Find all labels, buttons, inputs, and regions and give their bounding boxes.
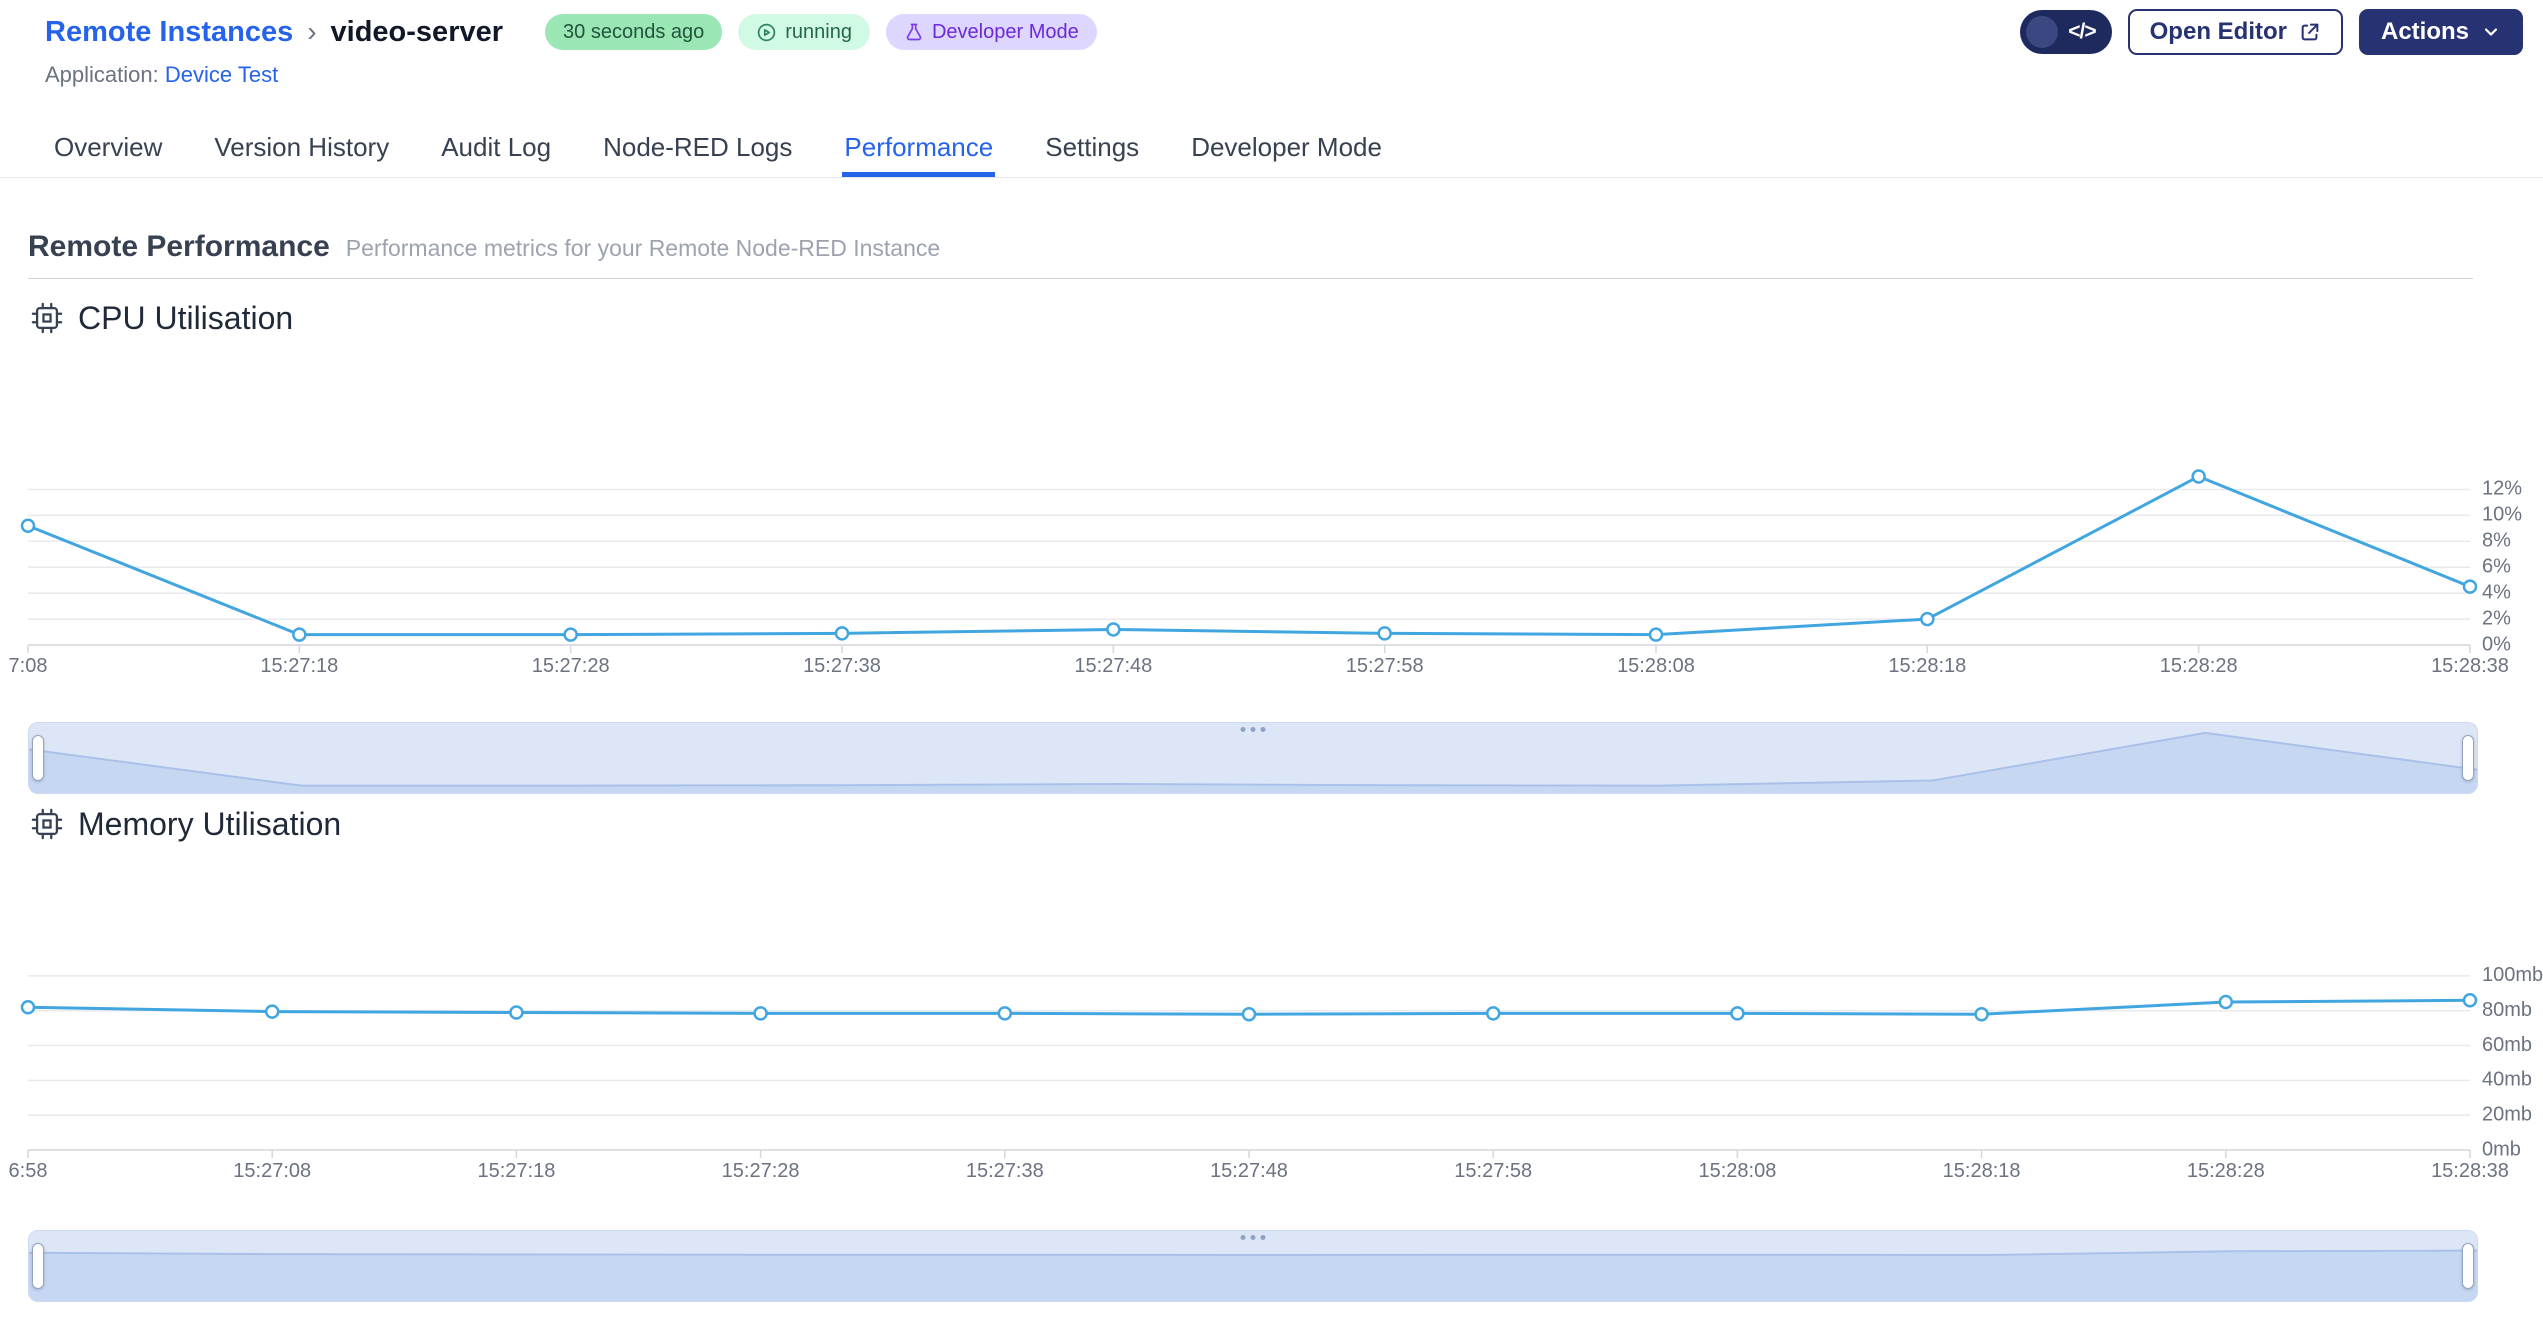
cpu-range-handle-right[interactable] — [2462, 735, 2474, 781]
memory-section-header: Memory Utilisation — [30, 802, 341, 846]
svg-text:12%: 12% — [2482, 478, 2522, 500]
actions-button[interactable]: Actions — [2358, 9, 2523, 55]
breadcrumb-instance-name: video-server — [330, 15, 504, 48]
svg-text:15:28:18: 15:28:18 — [1943, 1160, 2021, 1182]
memory-utilisation-chart[interactable]: 0mb 20mb 40mb 60mb 80mb 100mb 6:58 15:27:08 15:2… — [0, 940, 2543, 1200]
svg-text:15:27:28: 15:27:28 — [532, 655, 610, 677]
svg-text:80mb: 80mb — [2482, 999, 2532, 1021]
svg-text:15:27:58: 15:27:58 — [1346, 655, 1424, 677]
toggle-knob — [2025, 16, 2058, 48]
tab-performance[interactable]: Performance — [842, 118, 996, 177]
running-status-text: running — [785, 20, 852, 43]
app-window: Remote Instances › video-server 30 secon… — [0, 0, 2543, 1334]
tab-settings[interactable]: Settings — [1043, 118, 1141, 177]
breadcrumb-remote-instances-link[interactable]: Remote Instances — [45, 16, 293, 49]
breadcrumb: Remote Instances › video-server — [45, 16, 503, 49]
svg-text:60mb: 60mb — [2482, 1034, 2532, 1056]
memory-section-title: Memory Utilisation — [78, 805, 342, 842]
tab-overview[interactable]: Overview — [52, 118, 164, 177]
svg-text:15:27:18: 15:27:18 — [477, 1160, 555, 1182]
memory-range-grip[interactable] — [1240, 1235, 1266, 1240]
svg-text:15:27:48: 15:27:48 — [1210, 1160, 1288, 1182]
external-link-icon — [2301, 23, 2319, 41]
application-label: Application: — [45, 62, 159, 87]
svg-text:15:28:08: 15:28:08 — [1698, 1160, 1776, 1182]
svg-text:100mb: 100mb — [2482, 964, 2543, 986]
memory-range-handle-right[interactable] — [2462, 1243, 2474, 1289]
play-circle-icon — [758, 23, 776, 41]
svg-text:15:27:18: 15:27:18 — [260, 655, 338, 677]
last-seen-text: 30 seconds ago — [563, 20, 705, 43]
developer-mode-badge: Developer Mode — [885, 14, 1097, 50]
svg-text:15:27:38: 15:27:38 — [803, 655, 881, 677]
svg-text:15:27:48: 15:27:48 — [1074, 655, 1152, 677]
header: Remote Instances › video-server 30 secon… — [45, 8, 2523, 56]
tab-node-red-logs[interactable]: Node-RED Logs — [601, 118, 794, 177]
svg-text:10%: 10% — [2482, 504, 2522, 526]
svg-text:15:28:28: 15:28:28 — [2160, 655, 2238, 677]
application-row: Application: Device Test — [45, 62, 278, 88]
breadcrumb-separator: › — [307, 16, 317, 47]
svg-text:6%: 6% — [2482, 556, 2511, 578]
svg-text:15:27:28: 15:27:28 — [722, 1160, 800, 1182]
title-divider — [28, 278, 2473, 279]
svg-text:15:28:38: 15:28:38 — [2431, 655, 2509, 677]
svg-text:15:28:38: 15:28:38 — [2431, 1160, 2509, 1182]
application-link[interactable]: Device Test — [165, 62, 278, 87]
tab-audit-log[interactable]: Audit Log — [439, 118, 553, 177]
page-title: Remote Performance — [28, 230, 330, 263]
svg-text:15:27:38: 15:27:38 — [966, 1160, 1044, 1182]
page-title-row: Remote Performance Performance metrics f… — [28, 230, 940, 264]
memory-chart-range-selector[interactable] — [28, 1230, 2478, 1302]
cpu-chip-icon — [31, 808, 63, 840]
cpu-range-handle-left[interactable] — [32, 735, 44, 781]
status-badges: 30 seconds ago running Developer Mode — [545, 14, 1097, 50]
memory-range-minichart — [29, 1249, 2477, 1301]
page-subtitle: Performance metrics for your Remote Node… — [345, 235, 941, 261]
svg-text:4%: 4% — [2482, 581, 2511, 603]
actions-label: Actions — [2380, 18, 2469, 45]
open-editor-button[interactable]: Open Editor — [2127, 9, 2343, 55]
svg-text:0%: 0% — [2482, 633, 2511, 655]
svg-text:15:27:08: 15:27:08 — [233, 1160, 311, 1182]
tab-developer-mode[interactable]: Developer Mode — [1189, 118, 1384, 177]
tab-version-history[interactable]: Version History — [212, 118, 391, 177]
cpu-chart-range-selector[interactable] — [28, 722, 2478, 794]
cpu-range-minichart — [29, 731, 2477, 793]
svg-text:15:27:58: 15:27:58 — [1454, 1160, 1532, 1182]
header-actions: </> Open Editor Actions — [2019, 9, 2523, 55]
tab-bar: Overview Version History Audit Log Node-… — [0, 118, 2543, 178]
cpu-utilisation-chart[interactable]: 0% 2% 4% 6% 8% 10% 12% 7:08 15:27:18 15:27:28 15:2… — [0, 450, 2543, 695]
beaker-icon — [906, 23, 922, 41]
svg-text:8%: 8% — [2482, 530, 2511, 552]
code-icon: </> — [2068, 20, 2096, 43]
svg-text:0mb: 0mb — [2482, 1138, 2521, 1160]
svg-text:6:58: 6:58 — [9, 1160, 48, 1182]
open-editor-label: Open Editor — [2149, 18, 2287, 45]
svg-text:20mb: 20mb — [2482, 1103, 2532, 1125]
svg-text:15:28:28: 15:28:28 — [2187, 1160, 2265, 1182]
svg-text:7:08: 7:08 — [9, 655, 48, 677]
cpu-range-grip[interactable] — [1240, 727, 1266, 732]
svg-text:15:28:08: 15:28:08 — [1617, 655, 1695, 677]
running-status-badge: running — [738, 14, 870, 50]
developer-mode-badge-text: Developer Mode — [931, 20, 1079, 43]
cpu-section-title: CPU Utilisation — [78, 299, 294, 336]
svg-text:2%: 2% — [2482, 607, 2511, 629]
cpu-chip-icon — [31, 302, 63, 334]
memory-range-handle-left[interactable] — [32, 1243, 44, 1289]
svg-text:40mb: 40mb — [2482, 1069, 2532, 1091]
svg-text:15:28:18: 15:28:18 — [1888, 655, 1966, 677]
chevron-down-icon — [2484, 28, 2498, 36]
cpu-section-header: CPU Utilisation — [30, 296, 293, 340]
developer-mode-toggle[interactable]: </> — [2019, 10, 2112, 54]
last-seen-badge: 30 seconds ago — [545, 14, 723, 50]
